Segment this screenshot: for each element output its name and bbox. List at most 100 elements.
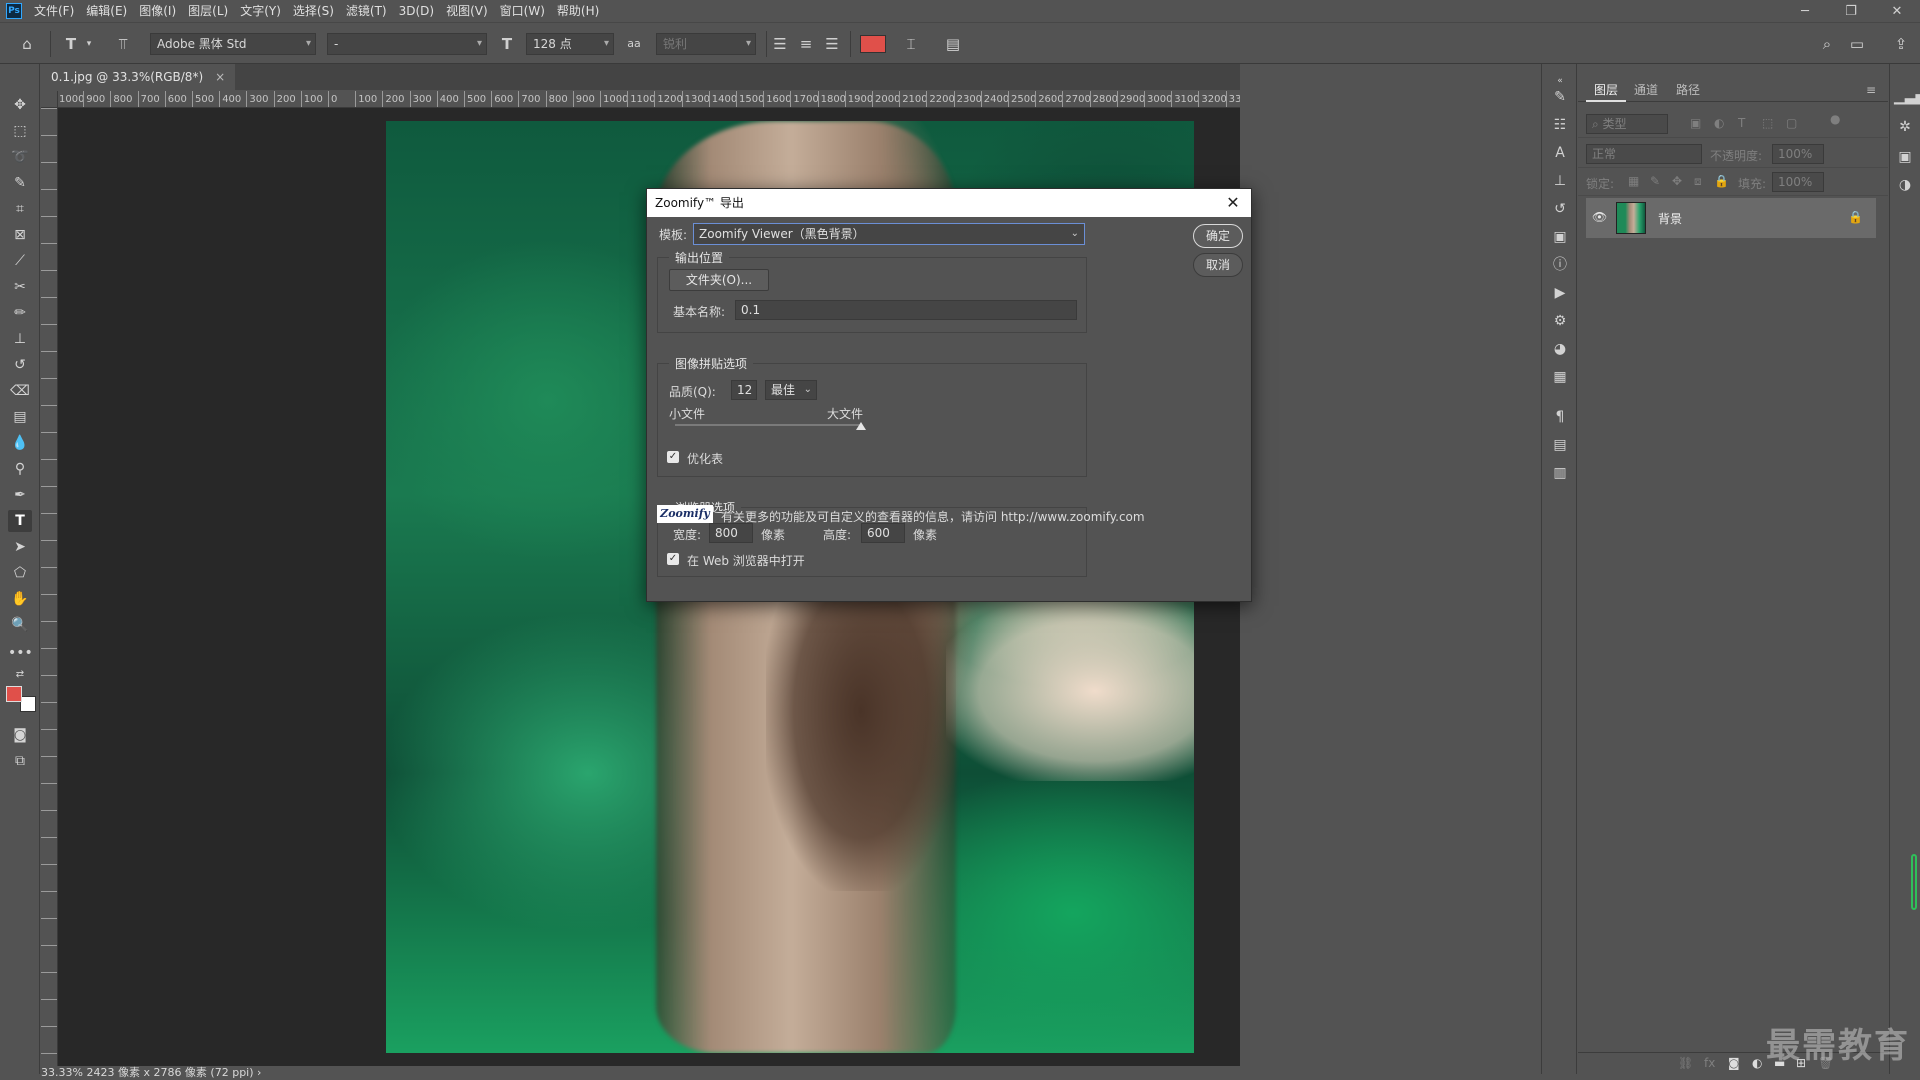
navigator-icon[interactable]: ✲: [1894, 116, 1916, 138]
layer-name[interactable]: 背景: [1658, 210, 1682, 227]
background-color-swatch[interactable]: [20, 696, 36, 712]
quality-preset-select[interactable]: 最佳 ⌄: [765, 380, 817, 400]
foreground-color-swatch[interactable]: [6, 686, 22, 702]
paragraph-icon[interactable]: ¶: [1549, 406, 1571, 428]
font-family-select[interactable]: Adobe 黑体 Std ▾: [150, 33, 316, 55]
opacity-input[interactable]: 100%: [1772, 144, 1824, 164]
filter-pixel-icon[interactable]: ▣: [1690, 116, 1701, 130]
lock-position-icon[interactable]: ✥: [1672, 174, 1682, 188]
align-left-icon[interactable]: ☰: [769, 33, 791, 55]
optimize-table-checkbox[interactable]: ✓: [667, 451, 679, 463]
swap-colors-icon[interactable]: ⇄: [8, 664, 32, 686]
height-input[interactable]: 600: [861, 523, 905, 543]
text-orientation-icon[interactable]: ⫪: [112, 33, 134, 55]
gradient-tool-icon[interactable]: ▤: [8, 406, 32, 428]
fill-input[interactable]: 100%: [1772, 172, 1824, 192]
color-panel-icon[interactable]: ◑: [1894, 174, 1916, 196]
character-panel-icon[interactable]: ▤: [942, 33, 964, 55]
more-tools-icon[interactable]: •••: [8, 642, 33, 664]
marquee-tool-icon[interactable]: ⬚: [8, 120, 32, 142]
layer-filter-select[interactable]: ⌕ 类型: [1586, 114, 1668, 134]
restore-icon[interactable]: ❐: [1828, 0, 1874, 22]
notes-icon[interactable]: ▥: [1549, 462, 1571, 484]
menu-help[interactable]: 帮助(H): [551, 0, 605, 22]
document-tab[interactable]: 0.1.jpg @ 33.3%(RGB/8*) ×: [41, 64, 236, 90]
menu-image[interactable]: 图像(I): [133, 0, 182, 22]
frame-tool-icon[interactable]: ⊠: [8, 224, 32, 246]
quality-input[interactable]: 12: [731, 380, 757, 400]
tab-channels[interactable]: 通道: [1626, 78, 1666, 102]
folder-button[interactable]: 文件夹(O)...: [669, 269, 769, 291]
search-icon[interactable]: ⌕: [1816, 33, 1838, 55]
minimize-icon[interactable]: ─: [1782, 0, 1828, 22]
menu-file[interactable]: 文件(F): [28, 0, 80, 22]
pen-tool-icon[interactable]: ✒: [8, 484, 32, 506]
lock-all-icon[interactable]: 🔒: [1714, 174, 1729, 188]
layer-style-icon[interactable]: fx: [1704, 1056, 1715, 1070]
filter-toggle-icon[interactable]: ●: [1830, 112, 1840, 126]
quick-mask-icon[interactable]: ◙: [8, 724, 32, 746]
close-window-icon[interactable]: ✕: [1874, 0, 1920, 22]
menu-edit[interactable]: 编辑(E): [80, 0, 133, 22]
libraries-panel-icon[interactable]: ▣: [1894, 146, 1916, 168]
add-mask-icon[interactable]: ◙: [1728, 1056, 1740, 1070]
shape-tool-icon[interactable]: ⬠: [8, 562, 32, 584]
lock-pixels-icon[interactable]: ✎: [1650, 174, 1660, 188]
panel-menu-icon[interactable]: ≡: [1858, 78, 1884, 102]
font-size-select[interactable]: 128 点 ▾: [526, 33, 614, 55]
filter-type-icon[interactable]: T: [1738, 116, 1745, 130]
type-tool-icon[interactable]: T: [8, 510, 32, 532]
properties-icon[interactable]: ⚙: [1549, 310, 1571, 332]
quick-select-tool-icon[interactable]: ✎: [8, 172, 32, 194]
template-select[interactable]: Zoomify Viewer（黑色背景） ⌄: [693, 223, 1085, 245]
path-selection-tool-icon[interactable]: ➤: [8, 536, 32, 558]
scroll-indicator[interactable]: [1911, 854, 1917, 910]
paragraph-styles-icon[interactable]: ▤: [1549, 434, 1571, 456]
tab-layers[interactable]: 图层: [1586, 78, 1627, 102]
warp-text-icon[interactable]: ⌶: [900, 33, 922, 55]
workspace-icon[interactable]: ▭: [1846, 33, 1868, 55]
history-brush-tool-icon[interactable]: ↺: [8, 354, 32, 376]
character-icon[interactable]: A: [1549, 142, 1571, 164]
menu-view[interactable]: 视图(V): [440, 0, 494, 22]
font-style-select[interactable]: - ▾: [327, 33, 487, 55]
clone-source-icon[interactable]: ⊥: [1549, 170, 1571, 192]
brush-settings-icon[interactable]: ✎: [1549, 86, 1571, 108]
zoomify-info-text[interactable]: 有关更多的功能及可自定义的查看器的信息，请访问 http://www.zoomi…: [721, 508, 1145, 525]
libraries-icon[interactable]: ▣: [1549, 226, 1571, 248]
menu-select[interactable]: 选择(S): [287, 0, 340, 22]
filter-shape-icon[interactable]: ⬚: [1762, 116, 1773, 130]
eyedropper-tool-icon[interactable]: ⟋: [8, 250, 32, 272]
chevron-down-icon[interactable]: ▾: [78, 33, 100, 55]
quality-slider-thumb[interactable]: [856, 422, 866, 430]
blur-tool-icon[interactable]: 💧: [8, 432, 32, 454]
ok-button[interactable]: 确定: [1193, 224, 1243, 248]
menu-layer[interactable]: 图层(L): [182, 0, 234, 22]
crop-tool-icon[interactable]: ⌗: [8, 198, 32, 220]
swatches-grid-icon[interactable]: ▦: [1549, 366, 1571, 388]
menu-3d[interactable]: 3D(D): [393, 0, 440, 22]
base-name-input[interactable]: 0.1: [735, 300, 1077, 320]
filter-smart-object-icon[interactable]: ▢: [1786, 116, 1797, 130]
histogram-icon[interactable]: ▁▃▅: [1894, 86, 1920, 108]
blend-mode-select[interactable]: 正常: [1586, 144, 1702, 164]
adjustment-layer-icon[interactable]: ◐: [1752, 1056, 1762, 1070]
menu-type[interactable]: 文字(Y): [234, 0, 287, 22]
cancel-button[interactable]: 取消: [1193, 253, 1243, 277]
align-right-icon[interactable]: ☰: [821, 33, 843, 55]
menu-window[interactable]: 窗口(W): [494, 0, 551, 22]
brush-tool-icon[interactable]: ✏: [8, 302, 32, 324]
close-tab-icon[interactable]: ×: [215, 70, 225, 84]
text-color-swatch[interactable]: [860, 35, 886, 53]
filter-adjustment-icon[interactable]: ◐: [1714, 116, 1724, 130]
layer-row[interactable]: 👁 背景 🔒: [1586, 198, 1876, 238]
zoom-tool-icon[interactable]: 🔍: [8, 614, 32, 636]
link-layers-icon[interactable]: ⛓: [1678, 1056, 1693, 1070]
tab-paths[interactable]: 路径: [1668, 78, 1708, 102]
styles-icon[interactable]: ◕: [1549, 338, 1571, 360]
healing-brush-tool-icon[interactable]: ✂: [8, 276, 32, 298]
hand-tool-icon[interactable]: ✋: [8, 588, 32, 610]
align-center-icon[interactable]: ≡: [795, 33, 817, 55]
screen-mode-icon[interactable]: ⧉: [8, 750, 32, 772]
visibility-eye-icon[interactable]: 👁: [1592, 210, 1607, 224]
